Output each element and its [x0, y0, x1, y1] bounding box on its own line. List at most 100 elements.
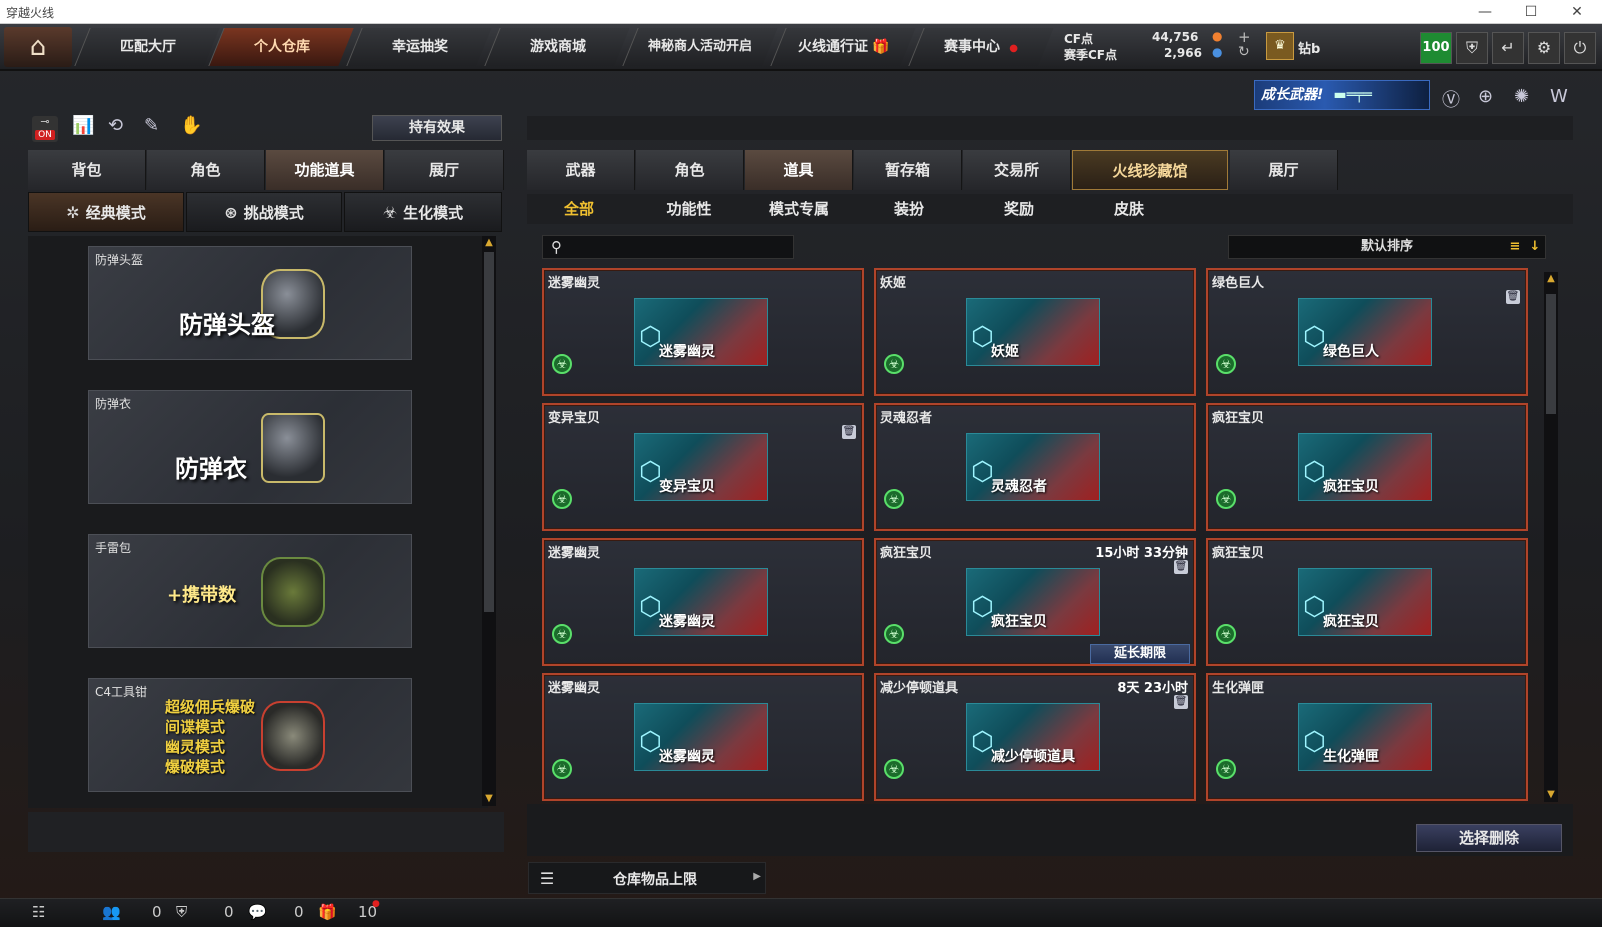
subtab-all[interactable]: 全部	[529, 194, 629, 224]
item-card-helmet[interactable]: 防弹头盔 防弹头盔	[88, 246, 412, 360]
badge-v-icon[interactable]: Ⓥ	[1442, 86, 1460, 112]
tab-temp-box[interactable]: 暂存箱	[854, 150, 962, 190]
item-card[interactable]: 迷雾幽灵 ⬡ 迷雾幽灵 ☣	[542, 268, 864, 396]
sort-dropdown[interactable]: 默认排序 ≡ ↓	[1228, 235, 1546, 259]
home-icon: ⌂	[29, 32, 47, 62]
item-card[interactable]: 疯狂宝贝 ⬡ 疯狂宝贝 ☣	[1206, 538, 1528, 666]
nav-tab-mystery-merchant[interactable]: 神秘商人活动开启	[622, 28, 778, 66]
exit-room-icon[interactable]: ↵	[1492, 32, 1524, 64]
mode-classic[interactable]: ✲ 经典模式	[28, 192, 184, 232]
item-card[interactable]: 减少停顿道具 8天 23小时 🗑 ⬡ 减少停顿道具 ☣	[874, 673, 1196, 801]
item-art-label: 减少停顿道具	[991, 749, 1075, 765]
scroll-thumb[interactable]	[1546, 294, 1556, 414]
nav-tab-event-center[interactable]: 赛事中心 ●	[908, 28, 1054, 66]
item-card-grenade-pack[interactable]: 手雷包 +携带数	[88, 534, 412, 648]
nav-tab-game-mall[interactable]: 游戏商城	[484, 28, 630, 66]
cf-coin-icon: ●	[1212, 29, 1223, 43]
tab-character[interactable]: 角色	[147, 150, 265, 190]
level-badge[interactable]: 100	[1420, 32, 1452, 64]
item-card[interactable]: 迷雾幽灵 ⬡ 迷雾幽灵 ☣	[542, 538, 864, 666]
item-card[interactable]: 绿色巨人 🗑 ⬡ 绿色巨人 ☣	[1206, 268, 1528, 396]
item-card[interactable]: 疯狂宝贝 15小时 33分钟 🗑 ⬡ 疯狂宝贝 ☣ 延长期限	[874, 538, 1196, 666]
maximize-button[interactable]: ☐	[1508, 0, 1554, 24]
tool-icon[interactable]: ✎	[144, 115, 159, 136]
tab-weapons[interactable]: 武器	[527, 150, 635, 190]
gift-box-icon[interactable]: 🎁	[318, 903, 337, 921]
auto-equip-toggle[interactable]: ⊸ ON	[32, 116, 58, 142]
tab-exchange[interactable]: 交易所	[963, 150, 1071, 190]
tab-items[interactable]: 道具	[745, 150, 853, 190]
subtab-skins[interactable]: 皮肤	[1079, 194, 1179, 224]
history-icon[interactable]: ⟲	[108, 115, 123, 136]
pliers-icon	[261, 701, 325, 771]
stats-icon[interactable]: 📊	[72, 115, 94, 136]
item-art-text: 防弹衣	[175, 455, 247, 483]
trash-icon[interactable]: 🗑	[842, 425, 856, 439]
close-button[interactable]: ✕	[1554, 0, 1600, 24]
shield-icon[interactable]: ⛨	[1456, 32, 1488, 64]
scroll-down-icon[interactable]: ▼	[1544, 788, 1558, 802]
sort-direction-icon[interactable]: ↓	[1525, 237, 1545, 257]
right-scrollbar[interactable]: ▲ ▼	[1544, 272, 1558, 802]
refresh-icon[interactable]: ↻	[1238, 44, 1250, 60]
subtab-functional[interactable]: 功能性	[639, 194, 739, 224]
scroll-up-icon[interactable]: ▲	[1544, 272, 1558, 286]
scroll-up-icon[interactable]: ▲	[482, 236, 496, 250]
subtab-rewards[interactable]: 奖励	[969, 194, 1069, 224]
item-card[interactable]: 变异宝贝 🗑 ⬡ 变异宝贝 ☣	[542, 403, 864, 531]
trash-icon[interactable]: 🗑	[1174, 560, 1188, 574]
gift-icon: 🎁	[871, 39, 890, 55]
globe-icon[interactable]: ⊕	[1478, 86, 1493, 107]
compass-icon[interactable]: ✺	[1514, 86, 1529, 107]
tab-showroom[interactable]: 展厅	[385, 150, 504, 190]
tab-backpack[interactable]: 背包	[28, 150, 146, 190]
minimize-button[interactable]: —	[1462, 0, 1508, 24]
item-card[interactable]: 灵魂忍者 ⬡ 灵魂忍者 ☣	[874, 403, 1196, 531]
storage-limit-button[interactable]: ☰ 仓库物品上限 ▶	[528, 862, 766, 894]
rifle-icon: ▬═╤═	[1333, 87, 1372, 103]
growth-weapon-banner[interactable]: 成长武器! ▬═╤═	[1254, 80, 1430, 110]
tab-function-items[interactable]: 功能道具	[266, 150, 384, 190]
clan-icon[interactable]: ⛨	[176, 903, 187, 921]
nav-tab-lucky-draw[interactable]: 幸运抽奖	[346, 28, 492, 66]
left-footer	[28, 812, 504, 852]
nav-tab-personal-warehouse[interactable]: 个人仓库	[208, 28, 354, 66]
item-card[interactable]: 疯狂宝贝 ⬡ 疯狂宝贝 ☣	[1206, 403, 1528, 531]
gear-icon[interactable]: ⚙	[1528, 32, 1560, 64]
item-art-label: 疯狂宝贝	[1323, 614, 1379, 630]
item-card[interactable]: 生化弹匣 ⬡ 生化弹匣 ☣	[1206, 673, 1528, 801]
home-button[interactable]: ⌂	[4, 27, 72, 67]
tab-collection-museum[interactable]: 火线珍藏馆	[1072, 150, 1228, 190]
select-delete-button[interactable]: 选择删除	[1416, 824, 1562, 852]
chat-icon[interactable]: 💬	[248, 903, 267, 921]
left-scrollbar[interactable]: ▲ ▼	[482, 236, 496, 806]
search-input[interactable]: ⚲	[542, 235, 794, 259]
nav-tab-match-lobby[interactable]: 匹配大厅	[74, 28, 220, 66]
list-view-icon[interactable]: ≡	[1505, 237, 1525, 257]
wing-icon[interactable]: W	[1550, 86, 1568, 107]
item-card[interactable]: 迷雾幽灵 ⬡ 迷雾幽灵 ☣	[542, 673, 864, 801]
power-icon[interactable]: ⏻	[1564, 32, 1596, 64]
subtab-mode-exclusive[interactable]: 模式专属	[749, 194, 849, 224]
on-badge: ON	[35, 130, 55, 140]
rank-emblem-icon[interactable]: ♛	[1266, 32, 1294, 60]
extend-period-button[interactable]: 延长期限	[1090, 644, 1190, 664]
biohazard-icon: ☣	[884, 759, 904, 779]
trash-icon[interactable]: 🗑	[1506, 290, 1520, 304]
tab-right-showroom[interactable]: 展厅	[1230, 150, 1338, 190]
friends-icon[interactable]: 👥	[102, 903, 121, 921]
hold-effect-button[interactable]: 持有效果	[372, 115, 502, 141]
tab-characters[interactable]: 角色	[636, 150, 744, 190]
subtab-dress-up[interactable]: 装扮	[859, 194, 959, 224]
scroll-down-icon[interactable]: ▼	[482, 792, 496, 806]
mode-biochem[interactable]: ☣ 生化模式	[344, 192, 502, 232]
item-card-vest[interactable]: 防弹衣 防弹衣	[88, 390, 412, 504]
scroll-thumb[interactable]	[484, 252, 494, 612]
glove-icon[interactable]: ✋	[180, 115, 202, 136]
mode-challenge[interactable]: ⊛ 挑战模式	[186, 192, 342, 232]
nav-tab-battle-pass[interactable]: 火线通行证 🎁	[770, 28, 916, 66]
item-card[interactable]: 妖姬 ⬡ 妖姬 ☣	[874, 268, 1196, 396]
item-card-c4-pliers[interactable]: C4工具钳 超级佣兵爆破 间谍模式 幽灵模式 爆破模式	[88, 678, 412, 792]
menu-icon[interactable]: ☷	[32, 903, 45, 921]
trash-icon[interactable]: 🗑	[1174, 695, 1188, 709]
